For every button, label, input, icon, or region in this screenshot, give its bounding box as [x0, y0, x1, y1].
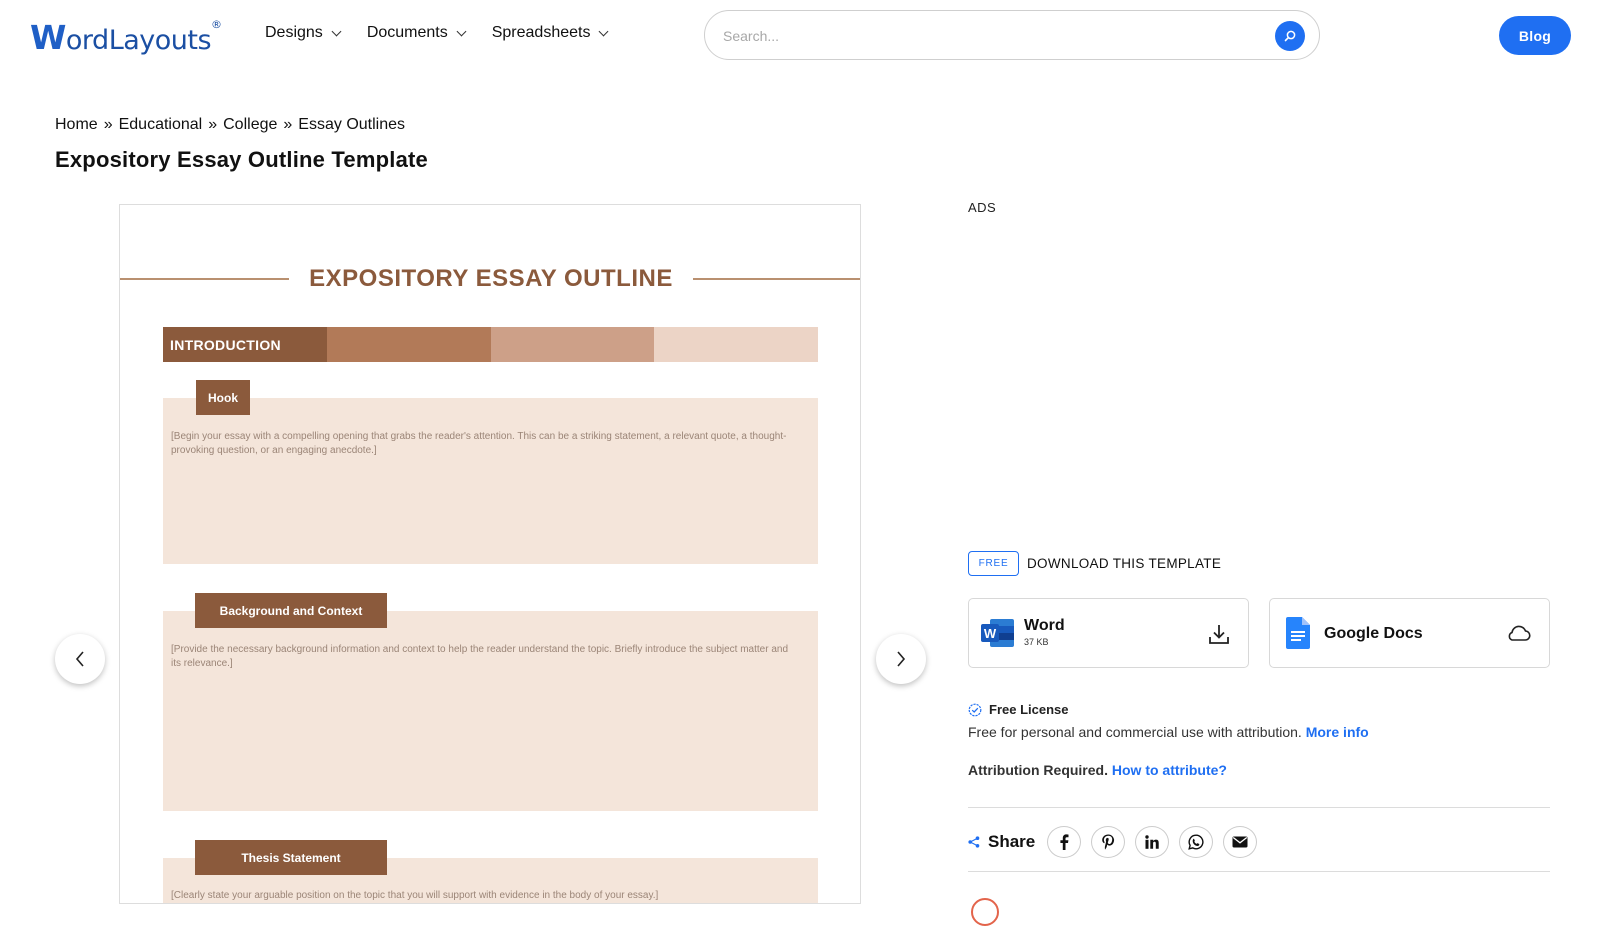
- logo-letter: W: [30, 18, 66, 57]
- search-button[interactable]: [1275, 21, 1305, 51]
- facebook-icon: [1060, 834, 1069, 850]
- site-header: WordLayouts® Designs Documents Spreadshe…: [0, 0, 1600, 72]
- pinterest-icon: [1102, 834, 1115, 850]
- chevron-left-icon: [75, 651, 84, 667]
- share-email-button[interactable]: [1223, 826, 1258, 858]
- word-file-size: 37 KB: [1024, 637, 1049, 647]
- whatsapp-icon: [1188, 834, 1204, 850]
- breadcrumb-educational[interactable]: Educational: [119, 116, 203, 133]
- site-logo[interactable]: WordLayouts®: [30, 18, 222, 57]
- section-box: [163, 398, 818, 564]
- breadcrumb-separator: »: [103, 116, 113, 133]
- word-icon: W: [981, 619, 1014, 647]
- word-format-name: Word: [1024, 617, 1065, 634]
- breadcrumb-separator: »: [283, 116, 293, 133]
- download-icon: [1209, 625, 1229, 644]
- nav-spreadsheets-label: Spreadsheets: [491, 24, 591, 41]
- divider: [968, 871, 1550, 872]
- share-facebook-button[interactable]: [1047, 826, 1082, 858]
- logo-registered-mark: ®: [211, 18, 222, 31]
- chevron-down-icon: [331, 26, 342, 36]
- share-pinterest-button[interactable]: [1091, 826, 1126, 858]
- google-docs-icon: [1286, 617, 1310, 649]
- nav-documents[interactable]: Documents: [366, 24, 467, 42]
- breadcrumb-separator: »: [208, 116, 218, 133]
- open-google-docs-button[interactable]: Google Docs: [1269, 598, 1550, 668]
- section-box: [163, 611, 818, 811]
- section-text: [Begin your essay with a compelling open…: [171, 431, 787, 456]
- blog-button[interactable]: Blog: [1499, 16, 1571, 55]
- next-slide-button[interactable]: [876, 634, 926, 684]
- section-tag: Hook: [196, 380, 250, 415]
- page-title: Expository Essay Outline Template: [55, 147, 428, 172]
- license-description: Free for personal and commercial use wit…: [968, 724, 1369, 740]
- ads-label: ADS: [968, 200, 997, 215]
- chevron-right-icon: [897, 651, 906, 667]
- email-icon: [1232, 836, 1248, 848]
- nav-spreadsheets[interactable]: Spreadsheets: [491, 24, 609, 42]
- breadcrumb: Home » Educational » College » Essay Outlines: [55, 116, 405, 134]
- cloud-icon: [1508, 625, 1531, 641]
- section-tag: Thesis Statement: [195, 840, 387, 875]
- how-to-attribute-link[interactable]: How to attribute?: [1112, 762, 1227, 778]
- free-badge: FREE: [968, 551, 1019, 576]
- doc-title-text: EXPOSITORY ESSAY OUTLINE: [289, 265, 693, 292]
- license-row: Free License: [968, 702, 1069, 717]
- breadcrumb-college[interactable]: College: [223, 116, 277, 133]
- svg-text:W: W: [984, 626, 997, 641]
- search-bar: [704, 10, 1320, 60]
- nav-designs[interactable]: Designs: [265, 24, 342, 42]
- doc-title: EXPOSITORY ESSAY OUTLINE: [120, 265, 860, 293]
- breadcrumb-home[interactable]: Home: [55, 116, 98, 133]
- main-nav: Designs Documents Spreadsheets: [265, 24, 634, 42]
- intro-bar-segment: [654, 327, 818, 362]
- share-whatsapp-button[interactable]: [1179, 826, 1214, 858]
- avatar: [971, 898, 999, 926]
- attribution-label: Attribution Required.: [968, 762, 1108, 778]
- intro-bar-segment: [490, 327, 655, 362]
- download-heading: DOWNLOAD THIS TEMPLATE: [1027, 556, 1222, 571]
- linkedin-icon: [1145, 835, 1159, 849]
- section-text: [Clearly state your arguable position on…: [171, 890, 659, 901]
- search-icon: [1284, 30, 1296, 42]
- share-row: Share: [968, 826, 1267, 858]
- logo-text: ordLayouts: [65, 25, 212, 56]
- template-preview[interactable]: EXPOSITORY ESSAY OUTLINE INTRODUCTION Ho…: [119, 204, 861, 904]
- nav-documents-label: Documents: [366, 24, 448, 41]
- breadcrumb-essay-outlines[interactable]: Essay Outlines: [298, 116, 405, 133]
- share-label: Share: [988, 832, 1036, 851]
- attribution-line: Attribution Required. How to attribute?: [968, 762, 1227, 778]
- intro-label: INTRODUCTION: [170, 337, 281, 353]
- share-icon: [968, 836, 980, 848]
- intro-bar-segment: [326, 327, 491, 362]
- search-input[interactable]: [723, 25, 1243, 47]
- section-tag: Background and Context: [195, 593, 387, 628]
- license-title: Free License: [989, 702, 1069, 717]
- verified-badge-icon: [968, 703, 982, 716]
- chevron-down-icon: [599, 26, 609, 36]
- section-text: [Provide the necessary background inform…: [171, 644, 789, 669]
- google-docs-name: Google Docs: [1324, 625, 1423, 642]
- divider: [968, 807, 1550, 808]
- license-text: Free for personal and commercial use wit…: [968, 724, 1302, 740]
- more-info-link[interactable]: More info: [1306, 724, 1369, 740]
- chevron-down-icon: [456, 26, 467, 36]
- previous-slide-button[interactable]: [55, 634, 105, 684]
- nav-designs-label: Designs: [265, 24, 323, 41]
- download-word-button[interactable]: W Word 37 KB: [968, 598, 1249, 668]
- share-linkedin-button[interactable]: [1135, 826, 1170, 858]
